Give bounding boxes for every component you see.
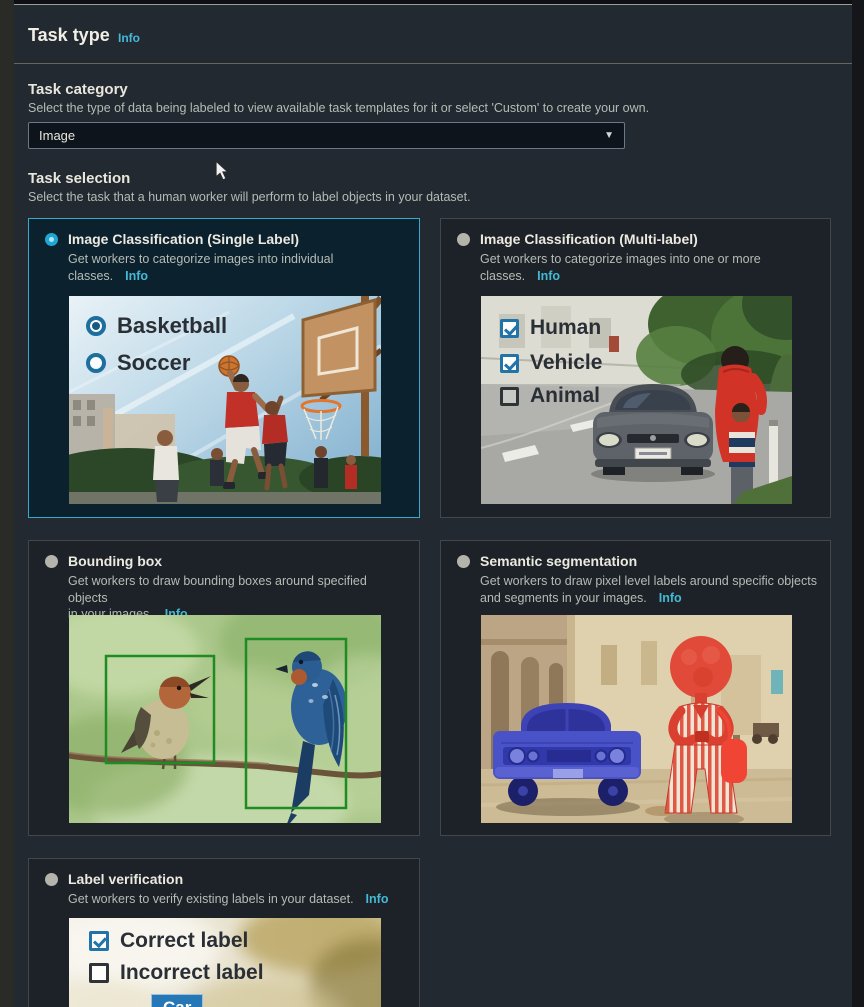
radio-unselected-icon[interactable]: [45, 873, 58, 886]
radio-unselected-icon[interactable]: [457, 555, 470, 568]
task-card-label-verification[interactable]: Label verification Get workers to verify…: [28, 858, 420, 1007]
checkbox-unchecked-icon: [500, 387, 519, 406]
task-card-bounding-box[interactable]: Bounding box Get workers to draw boundin…: [28, 540, 420, 836]
preview-checkbox-option: Correct label: [89, 929, 248, 953]
segmentation-photo: [481, 615, 792, 823]
task-card-image-classification-single-label[interactable]: Image Classification (Single Label) Get …: [28, 218, 420, 518]
task-selection-description: Select the task that a human worker will…: [28, 190, 471, 204]
radio-unchecked-icon: [86, 353, 106, 373]
preview-checkbox-option: Animal: [500, 384, 600, 408]
radio-checked-icon: [86, 316, 106, 336]
preview-checkbox-option: Human: [500, 316, 601, 340]
task-category-selected-value: Image: [39, 128, 75, 143]
card-title: Bounding box: [68, 553, 162, 569]
desc-line: Get workers to categorize images into on…: [480, 252, 761, 266]
preview-checkbox-option: Vehicle: [500, 351, 602, 375]
left-margin: [0, 0, 14, 1007]
preview-radio-option: Soccer: [86, 350, 190, 376]
info-link[interactable]: Info: [537, 269, 560, 283]
desc-line: Get workers to draw pixel level labels a…: [480, 574, 817, 588]
task-card-image-classification-multi-label[interactable]: Image Classification (Multi-label) Get w…: [440, 218, 831, 518]
birds-photo: [69, 615, 381, 823]
preview-option-label: Human: [530, 316, 601, 340]
preview-option-label: Animal: [530, 384, 600, 408]
info-link[interactable]: Info: [366, 892, 389, 906]
desc-line: classes.: [480, 269, 525, 283]
preview-checkbox-option: Incorrect label: [89, 961, 264, 985]
right-margin: [852, 0, 864, 1007]
desc-line: Get workers to draw bounding boxes aroun…: [68, 574, 367, 605]
task-selection-label: Task selection: [28, 170, 130, 187]
preview-option-label: Basketball: [117, 313, 227, 339]
checkbox-checked-icon: [500, 319, 519, 338]
birds-scene-art: [69, 615, 381, 823]
checkbox-checked-icon: [89, 931, 109, 951]
task-card-semantic-segmentation[interactable]: Semantic segmentation Get workers to dra…: [440, 540, 831, 836]
preview-option-label: Vehicle: [530, 351, 602, 375]
header-divider: [14, 63, 852, 64]
desc-line: and segments in your images.: [480, 591, 647, 605]
card-description: Get workers to categorize images into in…: [68, 251, 408, 284]
info-link[interactable]: Info: [659, 591, 682, 605]
radio-selected-icon[interactable]: [45, 233, 58, 246]
preview-option-label: Incorrect label: [120, 961, 264, 985]
task-category-dropdown[interactable]: Image ▼: [28, 122, 625, 149]
desc-line: Get workers to verify existing labels in…: [68, 892, 354, 906]
card-title: Image Classification (Single Label): [68, 231, 299, 247]
card-description: Get workers to categorize images into on…: [480, 251, 820, 284]
info-link[interactable]: Info: [125, 269, 148, 283]
radio-unselected-icon[interactable]: [457, 233, 470, 246]
label-verification-photo: Correct label Incorrect label Car: [69, 918, 381, 1007]
segmentation-scene-art: [481, 615, 792, 823]
task-type-info-link[interactable]: Info: [118, 31, 140, 45]
card-title: Image Classification (Multi-label): [480, 231, 698, 247]
chevron-down-icon: ▼: [604, 130, 614, 141]
preview-radio-option: Basketball: [86, 313, 227, 339]
card-description: Get workers to draw pixel level labels a…: [480, 573, 820, 606]
task-category-description: Select the type of data being labeled to…: [28, 101, 649, 115]
card-title: Label verification: [68, 871, 183, 887]
radio-unselected-icon[interactable]: [45, 555, 58, 568]
task-type-page: Task type Info Task category Select the …: [0, 0, 864, 1007]
preview-option-label: Correct label: [120, 929, 248, 953]
street-photo: Human Vehicle Animal: [481, 296, 792, 504]
card-description: Get workers to verify existing labels in…: [68, 891, 408, 908]
basketball-photo: Basketball Soccer: [69, 296, 381, 504]
page-title: Task type: [28, 25, 110, 46]
checkbox-unchecked-icon: [89, 963, 109, 983]
desc-line: Get workers to categorize images into in…: [68, 252, 333, 266]
task-category-label: Task category: [28, 81, 128, 98]
preview-option-label: Soccer: [117, 350, 190, 376]
desc-line: classes.: [68, 269, 113, 283]
card-title: Semantic segmentation: [480, 553, 637, 569]
checkbox-checked-icon: [500, 354, 519, 373]
car-label-tag: Car: [151, 994, 203, 1007]
